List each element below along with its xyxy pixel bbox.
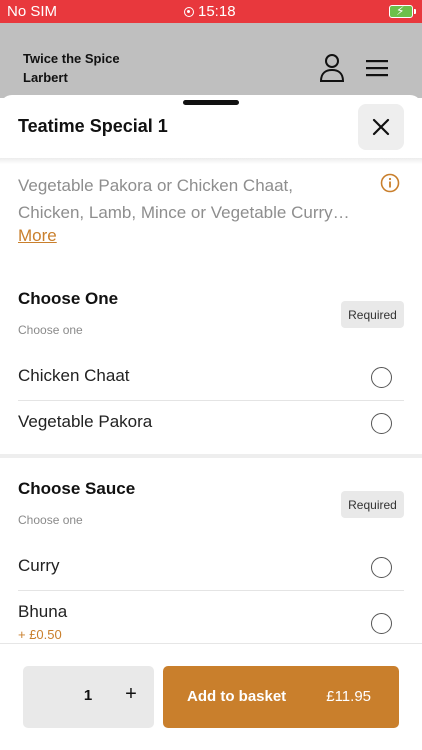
option-row-curry[interactable]: Curry [18, 544, 404, 590]
section-divider [0, 454, 422, 458]
option-label: Vegetable Pakora [18, 412, 153, 431]
radio-icon[interactable] [371, 613, 392, 634]
radio-icon[interactable] [371, 557, 392, 578]
radio-icon[interactable] [371, 367, 392, 388]
clock-time: 15:18 [198, 3, 236, 20]
item-description: Vegetable Pakora or Chicken Chaat, Chick… [18, 172, 373, 226]
radio-icon[interactable] [371, 413, 392, 434]
option-label: Chicken Chaat [18, 366, 130, 385]
drag-handle[interactable] [183, 100, 239, 105]
group-title-choose-sauce: Choose Sauce [18, 479, 136, 498]
increase-quantity-button[interactable]: + [121, 683, 141, 706]
required-badge: Required [341, 301, 404, 328]
add-to-basket-label: Add to basket [187, 688, 287, 705]
carrier-label: No SIM [7, 3, 58, 20]
user-icon[interactable] [319, 53, 345, 83]
group-title-choose-one: Choose One [18, 289, 119, 308]
option-label: Bhuna [18, 602, 68, 621]
basket-total: £11.95 [326, 688, 371, 705]
option-row-bhuna[interactable]: Bhuna + £0.50 [18, 590, 404, 650]
more-link[interactable]: More [18, 226, 57, 246]
status-bar: No SIM 15:18 ⚡ [0, 0, 422, 23]
add-to-basket-button[interactable]: Add to basket £11.95 [163, 666, 399, 728]
option-row-chicken-chaat[interactable]: Chicken Chaat [18, 354, 404, 400]
item-title: Teatime Special 1 [18, 116, 168, 136]
required-badge: Required [341, 491, 404, 518]
clock: 15:18 [184, 3, 236, 20]
description-line: Chicken, Lamb, Mince or Vegetable Curry… [18, 203, 350, 222]
quantity-stepper[interactable]: 1 + [23, 666, 154, 728]
quantity-value: 1 [83, 687, 93, 704]
record-icon [184, 6, 194, 17]
title-divider [0, 158, 422, 164]
description-line: Vegetable Pakora or Chicken Chaat, [18, 176, 294, 195]
close-button[interactable] [358, 104, 404, 150]
option-label: Curry [18, 556, 60, 575]
close-icon [372, 118, 390, 136]
basket-footer: 1 + Add to basket £11.95 [0, 643, 422, 750]
battery-icon: ⚡ [389, 4, 416, 18]
app-header: Twice the Spice Larbert [0, 23, 422, 98]
group-subtitle: Choose one [18, 323, 83, 337]
group-subtitle: Choose one [18, 513, 83, 527]
option-price: + £0.50 [18, 627, 62, 642]
menu-icon[interactable] [366, 59, 388, 77]
info-icon[interactable] [380, 173, 400, 193]
store-name[interactable]: Twice the Spice Larbert [23, 49, 153, 87]
option-row-vegetable-pakora[interactable]: Vegetable Pakora [18, 400, 404, 446]
